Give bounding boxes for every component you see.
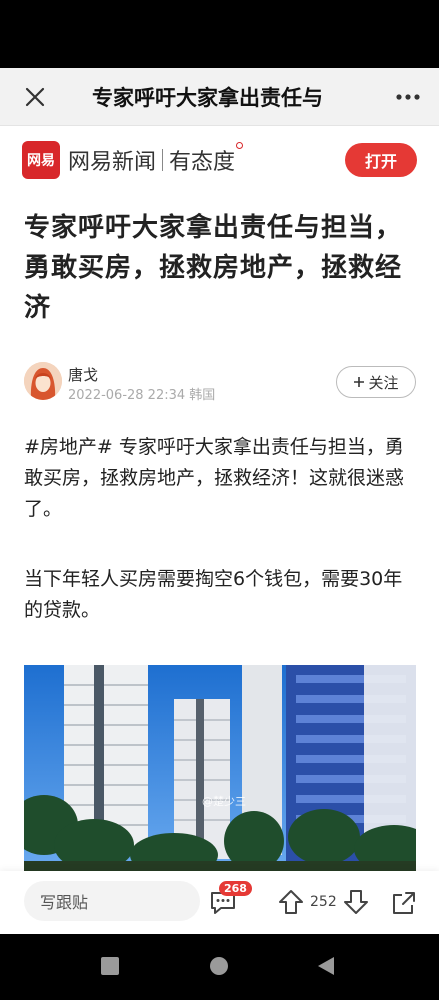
article-paragraph: 当下年轻人买房需要掏空6个钱包，需要30年的贷款。 xyxy=(24,568,403,621)
avatar-image xyxy=(24,362,62,400)
close-button[interactable] xyxy=(0,68,70,126)
plus-icon xyxy=(354,377,365,387)
author-name[interactable]: 唐戈 xyxy=(68,364,98,385)
bottom-action-bar: 写跟贴 268 252 xyxy=(0,871,439,934)
home-button[interactable] xyxy=(209,956,229,980)
comment-count-badge: 268 xyxy=(219,881,252,896)
back-icon xyxy=(318,957,334,975)
article-content: 网易 网易新闻 有态度 打开 专家呼吁大家拿出责任与担当，勇敢买房，拯救房地产，… xyxy=(0,126,439,934)
article-meta: 2022-06-28 22:34 韩国 xyxy=(68,388,216,403)
page-title: 专家呼吁大家拿出责任与 xyxy=(92,85,323,110)
avatar[interactable] xyxy=(24,362,62,400)
recent-apps-icon xyxy=(101,957,119,975)
home-icon xyxy=(210,957,228,975)
netease-logo: 网易 xyxy=(22,141,60,179)
share-button[interactable] xyxy=(390,887,416,917)
more-dots-icon xyxy=(396,93,420,100)
open-app-button[interactable]: 打开 xyxy=(345,143,417,177)
image-watermark: @楚少三 xyxy=(202,795,246,808)
top-bar: 专家呼吁大家拿出责任与 xyxy=(0,68,439,126)
recent-apps-button[interactable] xyxy=(100,956,120,980)
building-photo xyxy=(24,665,416,871)
upvote-icon[interactable] xyxy=(278,888,304,916)
brand-row: 网易 网易新闻 有态度 打开 xyxy=(22,140,417,180)
brand-name: 网易新闻 xyxy=(68,150,157,175)
follow-label: 关注 xyxy=(368,373,399,392)
close-icon xyxy=(25,87,45,106)
brand-slogan: 有态度 xyxy=(169,142,244,176)
system-nav-bar xyxy=(0,934,439,1000)
vote-group: 252 xyxy=(278,885,369,919)
status-bar xyxy=(0,0,439,68)
downvote-icon[interactable] xyxy=(343,888,369,916)
article-image[interactable]: @楚少三 xyxy=(24,665,416,871)
share-icon xyxy=(393,892,415,914)
article-paragraph: #房地产# 专家呼吁大家拿出责任与担当，勇敢买房，拯救房地产，拯救经济！这就很迷… xyxy=(24,436,405,520)
brand-divider xyxy=(162,149,164,171)
back-button[interactable] xyxy=(316,956,336,980)
reply-input[interactable]: 写跟贴 xyxy=(24,881,200,921)
brand-slogan-text: 有态度 xyxy=(169,150,236,175)
author-row: 唐戈 2022-06-28 22:34 韩国 关注 xyxy=(24,362,416,404)
follow-button[interactable]: 关注 xyxy=(336,366,416,398)
article-headline: 专家呼吁大家拿出责任与担当，勇敢买房，拯救房地产，拯救经济 xyxy=(24,213,403,323)
slogan-dot xyxy=(236,142,244,149)
more-button[interactable] xyxy=(377,68,439,126)
vote-count: 252 xyxy=(310,894,337,910)
